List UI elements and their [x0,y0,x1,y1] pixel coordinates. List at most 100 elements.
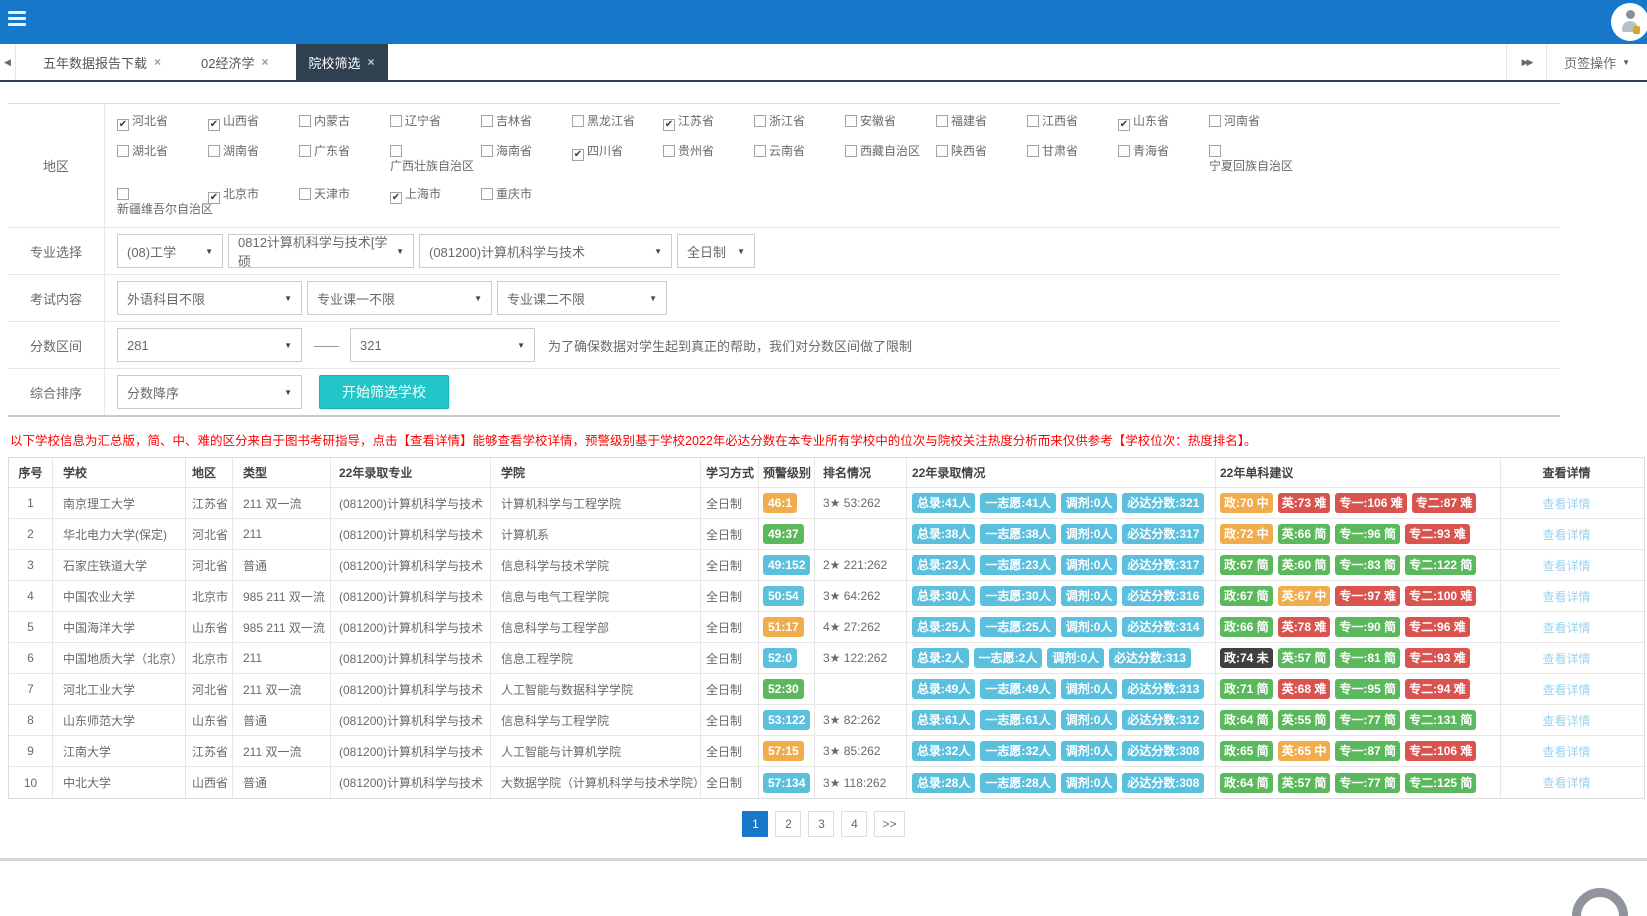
checkbox[interactable] [299,145,311,157]
region-checkbox-item[interactable]: 新疆维吾尔自治区 [117,187,208,217]
close-icon[interactable]: × [154,56,161,68]
view-detail-link[interactable]: 查看详情 [1542,681,1590,698]
checkbox[interactable] [1027,115,1039,127]
region-checkbox-item[interactable]: 云南省 [754,144,845,174]
region-checkbox-item[interactable]: ✔江苏省 [663,114,754,131]
checkbox[interactable] [936,145,948,157]
major-select[interactable]: 全日制▼ [677,234,755,268]
start-filter-button[interactable]: 开始筛选学校 [319,375,449,409]
score-from-select[interactable]: 281 ▼ [117,328,302,362]
checkbox[interactable] [1027,145,1039,157]
region-checkbox-item[interactable]: 广东省 [299,144,390,174]
view-detail-link[interactable]: 查看详情 [1542,619,1590,636]
sort-select[interactable]: 分数降序 ▼ [117,375,302,409]
hamburger-menu-icon[interactable] [8,11,26,29]
tabs-scroll-left-icon[interactable]: ◀ [0,44,16,80]
checkbox[interactable] [390,145,402,157]
region-checkbox-item[interactable]: 贵州省 [663,144,754,174]
region-checkbox-item[interactable]: 青海省 [1118,144,1209,174]
checkbox[interactable] [1209,145,1221,157]
region-checkbox-item[interactable]: 黑龙江省 [572,114,663,131]
region-checkbox-item[interactable]: 吉林省 [481,114,572,131]
score-to-select[interactable]: 321 ▼ [350,328,535,362]
major-select[interactable]: 0812计算机科学与技术[学硕▼ [228,234,414,268]
view-detail-link[interactable]: 查看详情 [1542,526,1590,543]
checkbox[interactable] [299,115,311,127]
close-icon[interactable]: × [368,56,375,68]
tabs-scroll-right-icon[interactable]: ▶▶ [1506,44,1546,80]
major-select[interactable]: (08)工学▼ [117,234,223,268]
page-button[interactable]: >> [874,811,904,837]
region-checkbox-item[interactable]: 浙江省 [754,114,845,131]
checkbox[interactable] [572,115,584,127]
checkbox[interactable] [845,115,857,127]
checkbox-checked[interactable]: ✔ [572,149,584,161]
checkbox[interactable] [754,115,766,127]
region-checkbox-item[interactable]: 辽宁省 [390,114,481,131]
checkbox-checked[interactable]: ✔ [208,192,220,204]
region-checkbox-item[interactable]: 西藏自治区 [845,144,936,174]
page-button[interactable]: 3 [808,811,834,837]
region-checkbox-item[interactable]: ✔上海市 [390,187,481,217]
checkbox[interactable] [663,145,675,157]
user-avatar[interactable] [1611,3,1647,41]
exam-select[interactable]: 外语科目不限▼ [117,281,302,315]
major-select[interactable]: (081200)计算机科学与技术▼ [419,234,672,268]
view-detail-link[interactable]: 查看详情 [1542,557,1590,574]
region-checkbox-item[interactable]: 安徽省 [845,114,936,131]
checkbox[interactable] [481,145,493,157]
region-checkbox-item[interactable]: 重庆市 [481,187,572,217]
checkbox[interactable] [936,115,948,127]
region-checkbox-item[interactable]: ✔山东省 [1118,114,1209,131]
tab-operations-menu[interactable]: 页签操作 ▼ [1546,44,1647,80]
checkbox[interactable] [1209,115,1221,127]
checkbox[interactable] [208,145,220,157]
region-checkbox-item[interactable]: 天津市 [299,187,390,217]
view-detail-link[interactable]: 查看详情 [1542,743,1590,760]
region-checkbox-item[interactable]: 福建省 [936,114,1027,131]
checkbox-checked[interactable]: ✔ [390,192,402,204]
view-detail-link[interactable]: 查看详情 [1542,588,1590,605]
region-checkbox-item[interactable]: 湖南省 [208,144,299,174]
tab-item[interactable]: 02经济学× [188,44,281,80]
region-checkbox-item[interactable]: ✔北京市 [208,187,299,217]
tab-active[interactable]: 院校筛选× [296,44,388,80]
page-button-active[interactable]: 1 [742,811,768,837]
checkbox[interactable] [481,115,493,127]
region-checkbox-item[interactable]: 河南省 [1209,114,1300,131]
view-detail-link[interactable]: 查看详情 [1542,774,1590,791]
page-button[interactable]: 2 [775,811,801,837]
exam-select[interactable]: 专业课一不限▼ [307,281,492,315]
region-checkbox-item[interactable]: 甘肃省 [1027,144,1118,174]
region-checkbox-item[interactable]: 江西省 [1027,114,1118,131]
checkbox-checked[interactable]: ✔ [208,119,220,131]
view-detail-link[interactable]: 查看详情 [1542,495,1590,512]
checkbox[interactable] [299,188,311,200]
region-checkbox-item[interactable]: 陕西省 [936,144,1027,174]
exam-select[interactable]: 专业课二不限▼ [497,281,667,315]
page-button[interactable]: 4 [841,811,867,837]
checkbox[interactable] [117,145,129,157]
checkbox[interactable] [754,145,766,157]
view-detail-link[interactable]: 查看详情 [1542,712,1590,729]
region-checkbox-item[interactable]: 海南省 [481,144,572,174]
region-checkbox-item[interactable]: ✔河北省 [117,114,208,131]
back-to-top-button[interactable] [1572,888,1628,916]
checkbox-checked[interactable]: ✔ [117,119,129,131]
tab-item[interactable]: 五年数据报告下载× [30,44,174,80]
region-checkbox-item[interactable]: ✔山西省 [208,114,299,131]
checkbox-checked[interactable]: ✔ [663,119,675,131]
close-icon[interactable]: × [262,56,269,68]
region-checkbox-item[interactable]: 湖北省 [117,144,208,174]
checkbox[interactable] [845,145,857,157]
checkbox[interactable] [117,188,129,200]
checkbox[interactable] [1118,145,1130,157]
region-checkbox-item[interactable]: ✔四川省 [572,144,663,174]
view-detail-link[interactable]: 查看详情 [1542,650,1590,667]
checkbox-checked[interactable]: ✔ [1118,119,1130,131]
checkbox[interactable] [390,115,402,127]
region-checkbox-item[interactable]: 内蒙古 [299,114,390,131]
region-checkbox-item[interactable]: 宁夏回族自治区 [1209,144,1300,174]
region-checkbox-item[interactable]: 广西壮族自治区 [390,144,481,174]
checkbox[interactable] [481,188,493,200]
